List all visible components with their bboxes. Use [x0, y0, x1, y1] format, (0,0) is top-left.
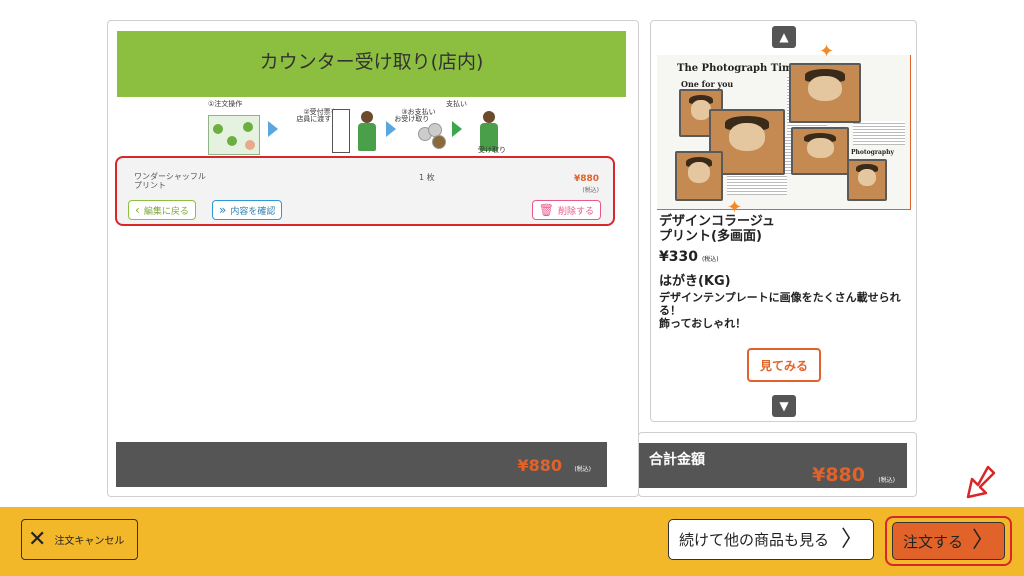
item-quantity: 1 枚 [419, 173, 435, 182]
footer-bar: ✕ 注文キャンセル 続けて他の商品も見る 〉 注文する 〉 [0, 507, 1024, 576]
item-name: ワンダーシャッフル プリント [134, 172, 206, 191]
total-panel: 合計金額 ¥880 (税込) [638, 432, 917, 497]
chevron-right-icon: 〉 [840, 526, 863, 552]
cancel-order-button[interactable]: ✕ 注文キャンセル [21, 519, 138, 560]
total-label: 合計金額 [649, 452, 705, 468]
delete-button[interactable]: 🗑 削除する [531, 200, 601, 220]
dog-photo [789, 63, 861, 123]
collage-caption: Photography [851, 149, 894, 156]
pointer-arrow-icon [966, 465, 996, 499]
staff-illustration [356, 111, 378, 155]
delete-label: 削除する [557, 206, 594, 217]
step-arrow-icon [452, 121, 462, 137]
product-name: デザインコラージュ プリント(多画面) [659, 214, 775, 244]
order-panel: カウンター受け取り(店内) ①注文操作 ②受付票を 店員に渡す ③お支払い お受… [107, 20, 639, 497]
cancel-order-label: 注文キャンセル [54, 536, 125, 547]
subtotal-bar: ¥880 (税込) [116, 442, 607, 487]
arrow-down-icon: ▼ [779, 399, 789, 413]
step-1: ①注文操作 [208, 100, 243, 109]
collage-title: The Photograph Times [677, 63, 805, 74]
pickup-method-banner: カウンター受け取り(店内) [117, 31, 626, 97]
dog-photo [791, 127, 849, 175]
coins-illustration [418, 123, 448, 151]
view-product-label: 見てみる [759, 358, 808, 373]
item-price: ¥880 [573, 174, 599, 184]
total-bar: 合計金額 ¥880 (税込) [639, 443, 907, 488]
chevron-right-icon: 〉 [971, 528, 994, 553]
item-tax-note: (税込) [582, 187, 599, 194]
banner-title: カウンター受け取り(店内) [259, 51, 484, 73]
view-product-button[interactable]: 見てみる [747, 348, 821, 382]
order-button-highlight: 注文する 〉 [885, 516, 1012, 566]
continue-shopping-label: 続けて他の商品も見る [679, 531, 830, 549]
product-size: はがき(KG) [659, 274, 731, 289]
step-3-label: ③お支払い お受け取り [394, 107, 436, 124]
trash-icon: 🗑 [538, 203, 554, 217]
collage-subtitle: One for you [681, 79, 734, 89]
step-2: ②受付票を 店員に渡す [290, 101, 337, 132]
step-payment-label: 支払い [446, 100, 467, 108]
scroll-up-button[interactable]: ▲ [772, 26, 796, 48]
total-amount: ¥880 [812, 464, 865, 486]
product-price-value: ¥330 [659, 249, 698, 265]
kiosk-screen-illustration [208, 115, 260, 155]
continue-shopping-button[interactable]: 続けて他の商品も見る 〉 [668, 519, 874, 560]
place-order-label: 注文する [903, 532, 964, 551]
step-receive-label: 受け取り [478, 146, 506, 154]
edit-back-button[interactable]: ‹ 編集に戻る [128, 200, 196, 220]
sparkle-icon: ✦ [819, 41, 835, 62]
check-content-label: 内容を確認 [230, 206, 276, 217]
double-chevron-icon: » [219, 203, 227, 217]
recommendation-panel: ▲ The Photograph Times One for you Photo… [650, 20, 917, 422]
product-price-tax: (税込) [701, 256, 719, 263]
close-icon: ✕ [28, 526, 47, 552]
chevron-left-icon: ‹ [135, 203, 140, 217]
place-order-button[interactable]: 注文する 〉 [892, 522, 1005, 560]
step-arrow-icon [268, 121, 278, 137]
arrow-up-icon: ▲ [779, 30, 789, 44]
cart-item: ワンダーシャッフル プリント 1 枚 ¥880 (税込) ‹ 編集に戻る » 内… [115, 156, 615, 226]
step-receive: 受け取り [478, 146, 506, 155]
product-description: デザインテンプレートに画像をたくさん載せられる！ 飾っておしゃれ！ [659, 291, 901, 331]
pickup-steps-illustration: ①注文操作 ②受付票を 店員に渡す ③お支払い お受け取り 支払い 受け取り [208, 100, 538, 157]
step-1-label: ①注文操作 [208, 100, 243, 108]
edit-back-label: 編集に戻る [143, 206, 189, 217]
subtotal-amount: ¥880 [517, 456, 562, 475]
receipt-slip-illustration [332, 109, 350, 153]
step-payment: 支払い [446, 100, 467, 109]
dog-photo [675, 151, 723, 201]
dog-photo [847, 159, 887, 201]
product-collage-image: The Photograph Times One for you Photogr… [657, 55, 911, 210]
subtotal-tax-note: (税込) [574, 466, 591, 473]
product-price: ¥330 (税込) [659, 249, 719, 265]
total-tax-note: (税込) [878, 477, 895, 484]
scroll-down-button[interactable]: ▼ [772, 395, 796, 417]
check-content-button[interactable]: » 内容を確認 [212, 200, 283, 220]
